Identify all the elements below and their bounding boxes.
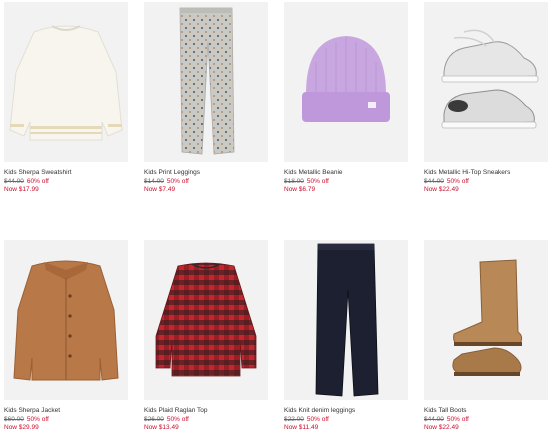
discount-label: 50% off [166,415,189,423]
product-card[interactable]: Kids Print Leggings $14.00 50% off Now $7… [144,2,268,195]
product-card[interactable]: Kids Sherpa Sweatshirt $44.00 60% off Now… [4,2,128,195]
product-image[interactable] [4,240,128,400]
sale-price: Now $29.99 [4,424,39,431]
discount-label: 50% off [306,415,329,423]
product-card[interactable]: Kids Metallic Hi-Top Sneakers $44.00 50% … [424,2,548,195]
discount-label: 50% off [166,177,189,185]
discount-label: 50% off [306,177,329,185]
original-price: $18.00 [284,177,304,185]
sale-price: Now $6.79 [284,186,316,193]
product-image[interactable] [424,2,548,162]
original-price: $44.00 [4,177,24,185]
product-card[interactable]: Kids Sherpa Jacket $60.00 50% off Now $29… [4,240,128,433]
sale-price: Now $11.49 [284,424,319,431]
sale-price: Now $22.49 [424,186,459,193]
product-card[interactable]: Kids Tall Boots $44.00 50% off Now $22.49 [424,240,548,433]
denim-leggings-icon [315,243,379,397]
product-image[interactable] [144,2,268,162]
discount-label: 50% off [446,415,469,423]
product-image[interactable] [4,2,128,162]
original-price: $60.00 [4,415,24,423]
product-name[interactable]: Kids Plaid Raglan Top [144,407,268,416]
product-name[interactable]: Kids Sherpa Sweatshirt [4,169,128,178]
product-image[interactable] [144,240,268,400]
print-leggings-icon [179,7,235,155]
product-name[interactable]: Kids Knit denim leggings [284,407,408,416]
product-name[interactable]: Kids Metallic Beanie [284,169,408,178]
original-price: $22.00 [284,415,304,423]
sale-price: Now $7.49 [144,186,176,193]
product-name[interactable]: Kids Print Leggings [144,169,268,178]
sale-price: Now $17.99 [4,186,39,193]
product-name[interactable]: Kids Tall Boots [424,407,548,416]
tall-boots-icon [452,259,523,376]
discount-label: 50% off [446,177,469,185]
product-card[interactable]: Kids Plaid Raglan Top $26.00 50% off Now … [144,240,268,433]
beanie-icon [302,36,390,122]
sherpa-jacket-icon [13,260,119,381]
sale-price: Now $13.49 [144,424,179,431]
product-image[interactable] [284,2,408,162]
original-price: $14.00 [144,177,164,185]
discount-label: 60% off [26,177,49,185]
product-card[interactable]: Kids Knit denim leggings $22.00 50% off N… [284,240,408,433]
sneakers-icon [441,29,539,129]
discount-label: 50% off [26,415,49,423]
sherpa-sweatshirt-icon [9,25,123,141]
plaid-top-icon [155,262,257,377]
product-name[interactable]: Kids Sherpa Jacket [4,407,128,416]
product-image[interactable] [424,240,548,400]
sale-price: Now $22.49 [424,424,459,431]
original-price: $44.00 [424,177,444,185]
product-name[interactable]: Kids Metallic Hi-Top Sneakers [424,169,548,178]
product-image[interactable] [284,240,408,400]
product-card[interactable]: Kids Metallic Beanie $18.00 50% off Now $… [284,2,408,195]
original-price: $44.00 [424,415,444,423]
original-price: $26.00 [144,415,164,423]
